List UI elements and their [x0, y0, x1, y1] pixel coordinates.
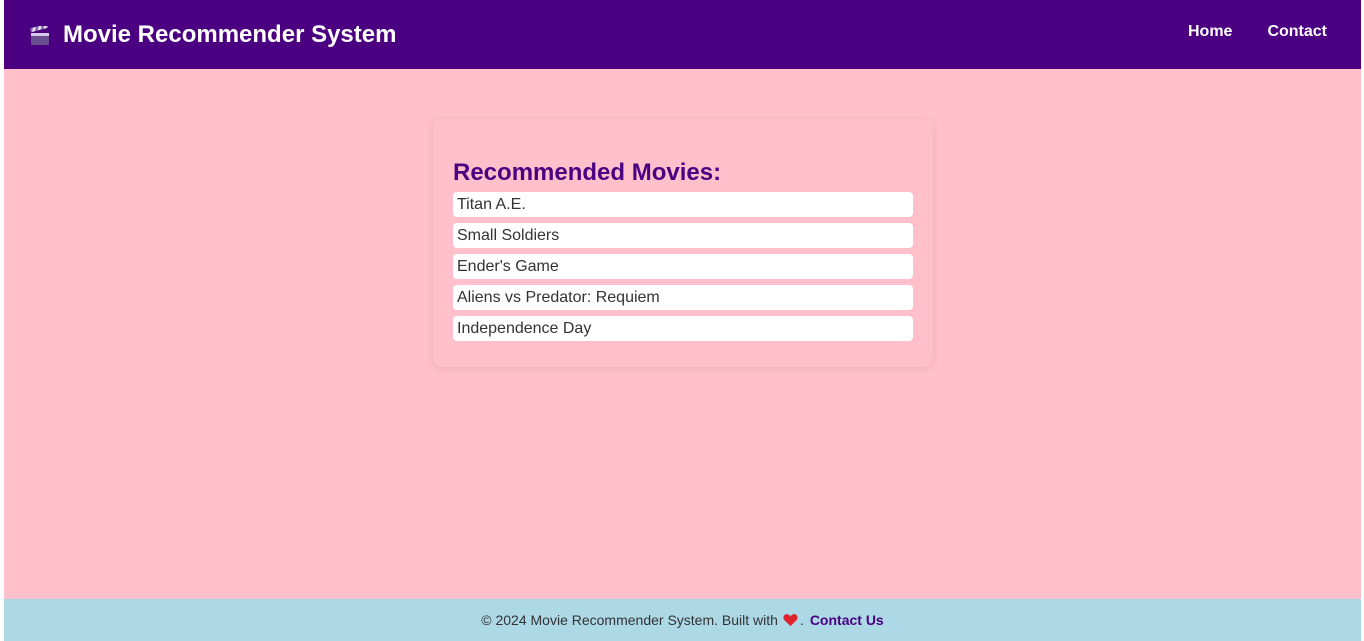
site-title: Movie Recommender System [63, 21, 397, 48]
nav-link-home[interactable]: Home [1188, 22, 1232, 42]
movie-item: Independence Day [453, 316, 913, 341]
footer-contact-link[interactable]: Contact Us [810, 612, 884, 628]
site-footer: © 2024 Movie Recommender System. Built w… [4, 599, 1361, 641]
site-header: Movie Recommender System Home Contact [4, 0, 1361, 69]
movie-item: Ender's Game [453, 254, 913, 279]
clapperboard-icon [30, 26, 49, 45]
main-nav: Home Contact [1188, 22, 1327, 42]
movie-list: Titan A.E. Small Soldiers Ender's Game A… [453, 192, 913, 347]
footer-copyright: © 2024 Movie Recommender System. Built w… [481, 612, 778, 628]
nav-link-contact[interactable]: Contact [1267, 22, 1327, 42]
movie-item: Titan A.E. [453, 192, 913, 217]
recommendations-card: Recommended Movies: Titan A.E. Small Sol… [433, 119, 933, 367]
movie-item: Aliens vs Predator: Requiem [453, 285, 913, 310]
heart-icon [783, 614, 798, 627]
recommendations-heading: Recommended Movies: [453, 159, 722, 186]
footer-period: . [799, 612, 804, 628]
page-frame: Movie Recommender System Home Contact Re… [4, 0, 1361, 641]
movie-item: Small Soldiers [453, 223, 913, 248]
brand[interactable]: Movie Recommender System [30, 19, 396, 51]
